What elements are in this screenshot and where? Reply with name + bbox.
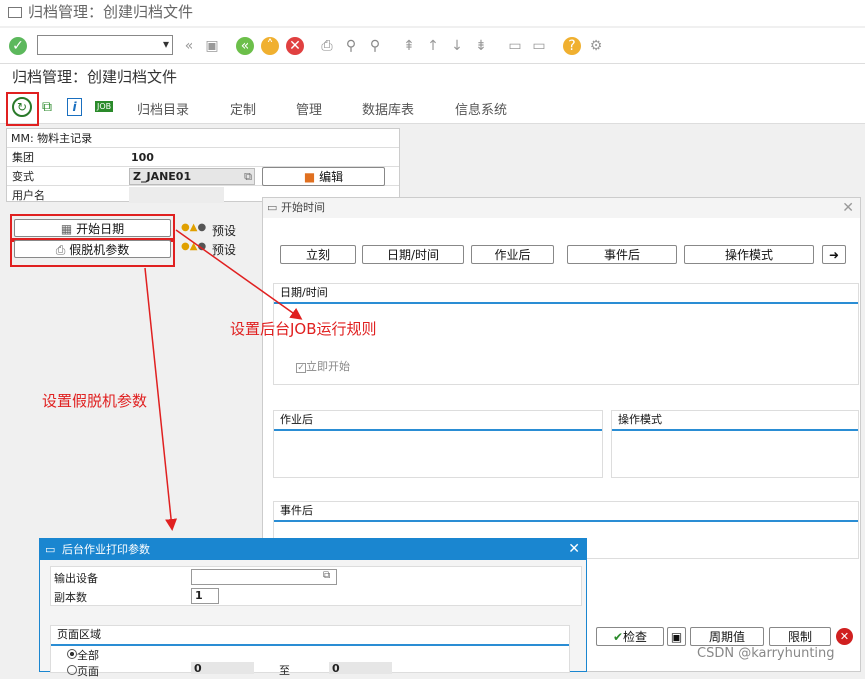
copies-input[interactable]: 1 [191, 588, 219, 604]
all-label: 全部 [77, 649, 99, 662]
dialog-title: ▭ 后台作业打印参数 ✕ [40, 539, 586, 560]
radio-icon[interactable] [67, 665, 77, 675]
output-device-input[interactable] [191, 569, 337, 585]
page-area-section: 页面区域 全部 页面 0 至 0 [50, 625, 570, 678]
to-page-input[interactable]: 0 [329, 662, 392, 675]
pages-radio[interactable]: 页面 [67, 663, 99, 679]
from-page-input[interactable]: 0 [191, 662, 254, 675]
print-params-dialog: ▭ 后台作业打印参数 ✕ 输出设备 ⧉ 副本数 1 页面区域 全部 页面 0 至 0 [39, 538, 587, 678]
watermark: CSDN @karryhunting [697, 646, 835, 661]
output-device-label: 输出设备 [54, 572, 98, 585]
to-label: 至 [279, 664, 290, 677]
annotation-spool: 设置假脱机参数 [42, 392, 148, 410]
value-help-icon[interactable]: ⧉ [323, 570, 330, 581]
window-icon: ▭ [45, 543, 56, 556]
annotation-job-rule: 设置后台JOB运行规则 [230, 320, 377, 338]
arrow-to-spool [144, 267, 178, 531]
close-icon[interactable]: ✕ [568, 539, 580, 560]
all-radio[interactable]: 全部 [67, 647, 99, 663]
dialog-title-text: 后台作业打印参数 [62, 543, 150, 556]
radio-icon[interactable] [67, 649, 77, 659]
section-header: 页面区域 [51, 626, 569, 646]
output-section: 输出设备 ⧉ 副本数 1 [50, 566, 582, 606]
copies-label: 副本数 [54, 591, 87, 604]
arrow-to-job-rule [175, 229, 303, 320]
